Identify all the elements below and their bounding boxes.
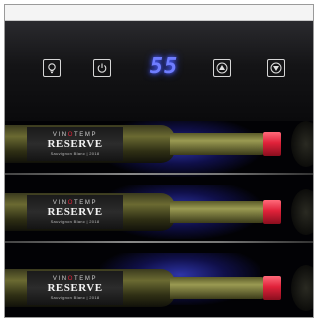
bottle-capsule: [263, 132, 281, 156]
label-reserve: RESERVE: [47, 206, 103, 218]
shelf-rail: [5, 241, 313, 243]
bottle-label: VINOTEMP RESERVE Sauvignon Blanc | 2018: [27, 271, 123, 305]
wine-bottle: VINOTEMP RESERVE Sauvignon Blanc | 2018: [5, 189, 313, 235]
label-reserve: RESERVE: [47, 282, 103, 294]
temp-up-button[interactable]: [213, 59, 231, 77]
label-reserve: RESERVE: [47, 138, 103, 150]
label-variety: Sauvignon Blanc | 2018: [50, 295, 100, 300]
power-button[interactable]: [93, 59, 111, 77]
shelf-rail: [5, 173, 313, 175]
wine-cabinet-interior: VINOTEMP RESERVE Sauvignon Blanc | 2018 …: [5, 121, 313, 317]
bottle-label: VINOTEMP RESERVE Sauvignon Blanc | 2018: [27, 127, 123, 161]
lightbulb-icon: [48, 63, 56, 74]
top-trim: [5, 5, 313, 21]
bottle-neck: [170, 277, 265, 299]
temperature-display: 55: [149, 54, 179, 79]
temp-down-button[interactable]: [267, 59, 285, 77]
wine-bottle: VINOTEMP RESERVE Sauvignon Blanc | 2018: [5, 121, 313, 167]
light-button[interactable]: [43, 59, 61, 77]
bottle-base-behind: [291, 121, 313, 167]
wine-bottle: VINOTEMP RESERVE Sauvignon Blanc | 2018: [5, 265, 313, 311]
label-variety: Sauvignon Blanc | 2018: [50, 219, 100, 224]
bottle-capsule: [263, 276, 281, 300]
bottle-base-behind: [291, 265, 313, 311]
bottle-capsule: [263, 200, 281, 224]
label-variety: Sauvignon Blanc | 2018: [50, 151, 100, 156]
shelf-2: VINOTEMP RESERVE Sauvignon Blanc | 2018: [5, 185, 313, 245]
control-panel: 55: [5, 21, 313, 121]
wine-cooler-photo: 55 VINOTEMP RESERVE Sauvignon Blanc | 20…: [4, 4, 314, 318]
bottle-label: VINOTEMP RESERVE Sauvignon Blanc | 2018: [27, 195, 123, 229]
bottle-neck: [170, 133, 265, 155]
bottle-neck: [170, 201, 265, 223]
triangle-up-icon: [216, 62, 228, 74]
shelf-3: VINOTEMP RESERVE Sauvignon Blanc | 2018: [5, 253, 313, 313]
shelf-1: VINOTEMP RESERVE Sauvignon Blanc | 2018: [5, 121, 313, 181]
bottle-base-behind: [291, 189, 313, 235]
triangle-down-icon: [270, 62, 282, 74]
power-icon: [97, 63, 107, 73]
